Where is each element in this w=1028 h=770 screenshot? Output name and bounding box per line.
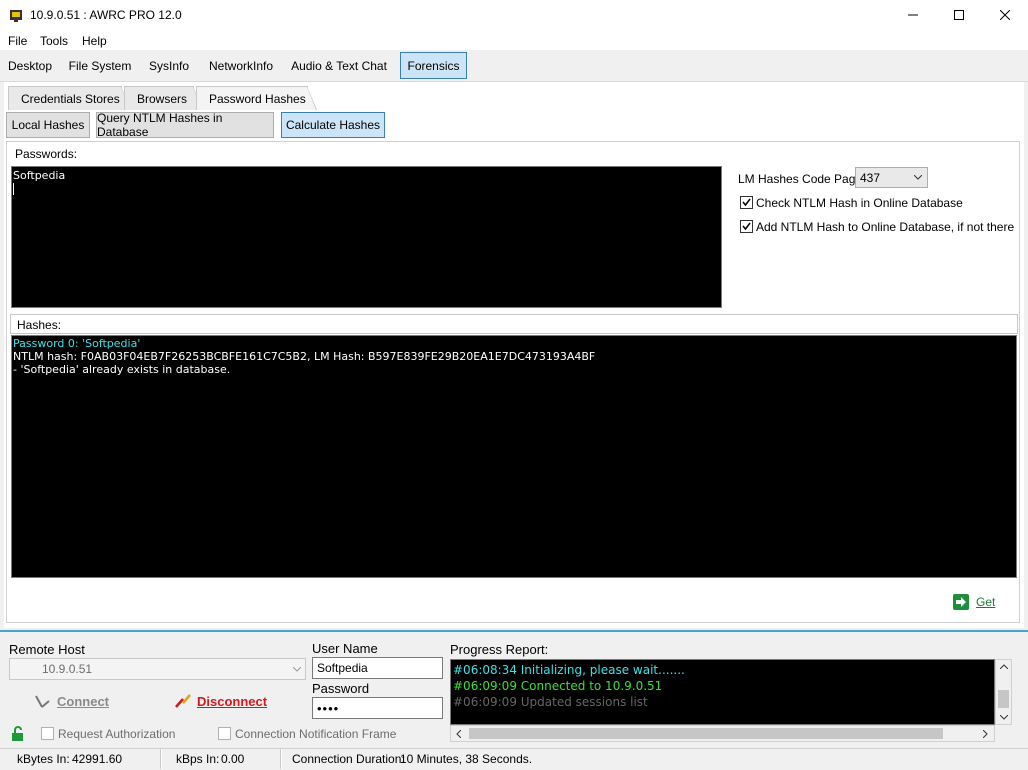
check-online-checkbox[interactable] [740,196,753,209]
tab-audio-text-chat[interactable]: Audio & Text Chat [286,52,392,79]
password-input[interactable]: •••• [312,697,443,719]
close-button[interactable] [982,0,1028,30]
remote-host-value: 10.9.0.51 [42,662,93,676]
divider [0,630,1028,632]
menu-file[interactable]: File [8,34,27,48]
check-online-label[interactable]: Check NTLM Hash in Online Database [756,196,963,210]
hash-line: Password 0: 'Softpedia' [13,337,141,350]
passwords-textarea[interactable]: Softpedia [11,166,722,308]
kbytes-in-label: kBytes In: [17,752,70,766]
duration-label: Connection Duration: [292,752,405,766]
status-separator [280,749,282,769]
hashes-header: Hashes: [10,314,1018,334]
chevron-up-icon [1000,664,1008,669]
progress-horizontal-scrollbar[interactable] [450,725,995,742]
get-button[interactable]: Get [953,593,1001,611]
log-line: #06:09:09 Updated sessions list [453,695,648,709]
checkmark-icon [742,198,751,207]
hash-line: NTLM hash: F0AB03F04EB7F26253BCBFE161C7C… [13,350,596,363]
password-label: Password [312,681,370,696]
disconnect-label: Disconnect [197,693,268,709]
minimize-icon [908,14,918,16]
subtab-browsers[interactable]: Browsers [124,86,203,110]
kbps-in-label: kBps In: [176,752,220,766]
passwords-label: Passwords: [15,147,78,161]
kbytes-in-value: 42991.60 [72,752,123,766]
minimize-button[interactable] [890,0,936,30]
log-line: #06:08:34 Initializing, please wait.....… [453,663,685,677]
chevron-left-icon [456,730,461,738]
unplug-icon [175,694,191,708]
code-page-value: 437 [860,170,881,185]
add-online-label[interactable]: Add NTLM Hash to Online Database, if not… [756,220,1014,234]
subtab-password-hashes[interactable]: Password Hashes [196,86,317,110]
close-icon [1000,10,1010,20]
subtab-credentials-stores[interactable]: Credentials Stores [8,86,131,110]
connection-notification-checkbox[interactable] [218,727,231,740]
progress-report-log[interactable]: #06:08:34 Initializing, please wait.....… [450,659,995,725]
maximize-button[interactable] [936,0,982,30]
remote-host-label: Remote Host [9,642,85,657]
chevron-down-icon [914,175,922,180]
tab-networkinfo[interactable]: NetworkInfo [202,52,280,79]
chevron-down-icon [293,667,301,672]
window-title: 10.9.0.51 : AWRC PRO 12.0 [30,8,182,22]
progress-report-label: Progress Report: [450,642,549,657]
code-page-select[interactable]: 437 [855,167,928,188]
lock-open-icon [11,726,25,745]
scroll-thumb[interactable] [469,728,943,739]
disconnect-button[interactable]: Disconnect [174,693,267,709]
tab-query-ntlm-hashes[interactable]: Query NTLM Hashes in Database [96,111,274,139]
request-auth-label[interactable]: Request Authorization [58,727,175,741]
menu-bar [0,30,1028,50]
tab-sysinfo[interactable]: SysInfo [142,52,196,79]
tab-local-hashes[interactable]: Local Hashes [6,112,90,138]
hashes-label: Hashes: [17,318,62,332]
chevron-right-icon [983,730,988,738]
text-cursor [13,183,14,195]
tab-desktop[interactable]: Desktop [2,52,58,79]
tab-forensics[interactable]: Forensics [400,52,467,79]
connect-label: Connect [57,693,109,709]
tab-calculate-hashes[interactable]: Calculate Hashes [281,112,385,138]
subtab-label: Credentials Stores [21,91,120,106]
scroll-thumb[interactable] [998,690,1009,708]
menu-help[interactable]: Help [82,34,107,48]
maximize-icon [954,10,964,20]
checkmark-icon [742,222,751,231]
progress-vertical-scrollbar[interactable] [995,659,1012,725]
chevron-down-icon [1000,715,1008,720]
subtab-label: Browsers [137,91,188,106]
username-label: User Name [312,641,378,656]
tab-file-system[interactable]: File System [64,52,136,79]
kbps-in-value: 0.00 [221,752,245,766]
lm-code-page-label: LM Hashes Code Page: [738,172,866,186]
subtab-label: Password Hashes [209,91,306,106]
menu-tools[interactable]: Tools [40,34,68,48]
plug-icon [35,695,50,708]
request-auth-checkbox[interactable] [41,727,54,740]
duration-value: 10 Minutes, 38 Seconds. [400,752,533,766]
get-label: Get [976,595,996,609]
password-line: Softpedia [13,169,66,182]
hash-line: - 'Softpedia' already exists in database… [13,363,231,376]
app-icon [8,7,24,23]
log-line: #06:09:09 Connected to 10.9.0.51 [453,679,663,693]
username-input[interactable]: Softpedia [312,657,443,679]
hashes-output[interactable]: Password 0: 'Softpedia' NTLM hash: F0AB0… [11,335,1017,578]
status-separator [160,749,162,769]
connect-button[interactable]: Connect [34,693,109,709]
connection-notification-label[interactable]: Connection Notification Frame [235,727,396,741]
arrow-right-icon [953,594,969,610]
add-online-checkbox[interactable] [740,220,753,233]
remote-host-select[interactable]: 10.9.0.51 [9,658,306,680]
